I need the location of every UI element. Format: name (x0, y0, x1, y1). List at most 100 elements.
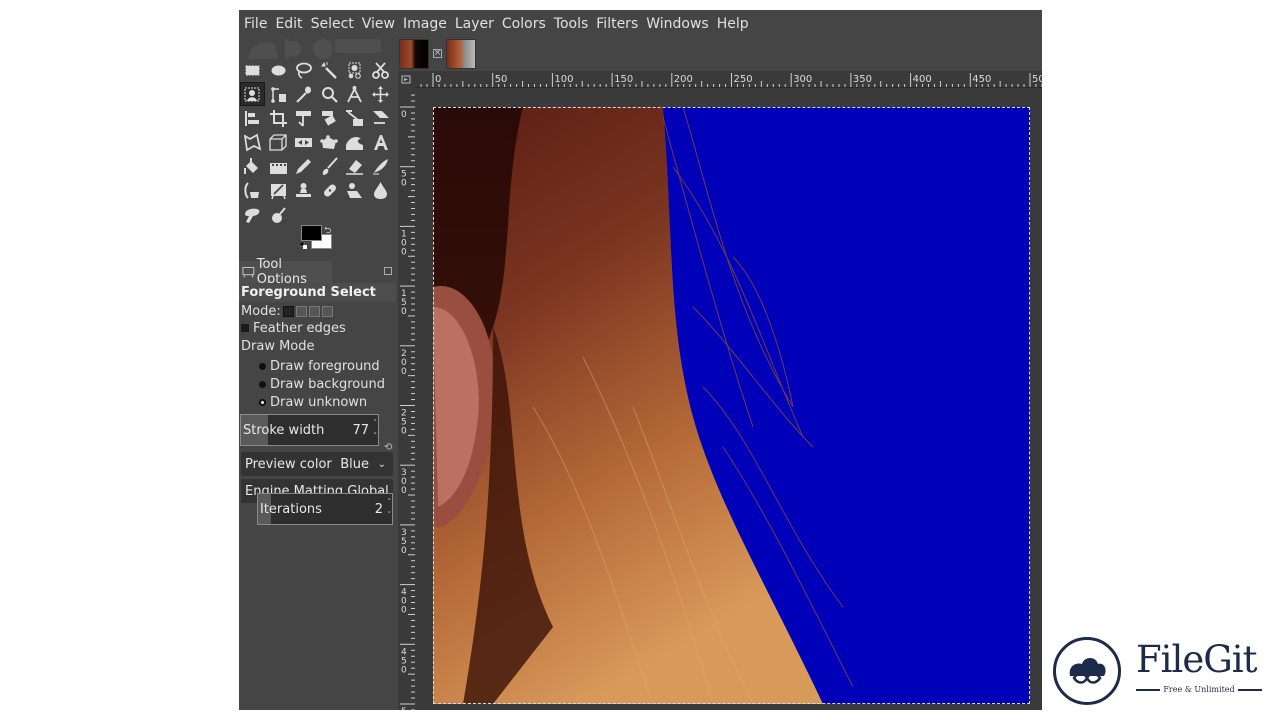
tool-cage-transform[interactable] (317, 131, 342, 155)
reset-colors-icon[interactable] (300, 242, 307, 249)
tool-color-picker[interactable] (291, 82, 316, 106)
tool-clone[interactable] (291, 179, 316, 203)
iterations-value[interactable]: 2 (375, 502, 383, 517)
tool-shear[interactable] (368, 106, 393, 130)
ruler-label: 350 (853, 74, 872, 85)
tool-rect-select[interactable] (240, 58, 265, 82)
quick-mask-toggle[interactable] (398, 71, 415, 88)
tool-unified-transform[interactable] (291, 106, 316, 130)
stroke-width-value[interactable]: 77 (352, 423, 369, 438)
clone-stamp-icon (296, 183, 312, 198)
tool-crop[interactable] (266, 106, 291, 130)
tool-smudge[interactable] (240, 203, 265, 227)
tool-blur-sharpen[interactable] (368, 179, 393, 203)
iterations-arrows-icon[interactable]: ˄ ˅ (388, 496, 392, 522)
ruler-label: 400 (913, 74, 932, 85)
paths-icon (270, 86, 286, 103)
tool-warp-transform[interactable] (240, 131, 265, 155)
tool-perspective-clone[interactable] (342, 179, 367, 203)
tool-handle-transform[interactable] (342, 131, 367, 155)
tool-options-tab[interactable]: Tool Options (239, 257, 396, 287)
menu-help[interactable]: Help (716, 16, 750, 32)
scale-icon (346, 109, 364, 126)
iterations-spinner[interactable]: Iterations 2 ˄ ˅ (257, 493, 393, 525)
canvas-area[interactable] (415, 88, 1042, 710)
ruler-label: 50 (1032, 74, 1042, 85)
image-tab[interactable] (399, 38, 429, 69)
draw-foreground-radio[interactable] (259, 362, 266, 370)
stroke-width-arrows-icon[interactable]: ˄ ˅ (374, 417, 378, 443)
image-tabs: × (396, 37, 476, 70)
tool-ellipse-select[interactable] (266, 58, 291, 82)
ruler-label: 0 (401, 110, 407, 120)
draw-background-label: Draw background (270, 376, 385, 392)
tool-mypaint-brush[interactable] (266, 179, 291, 203)
tool-measure[interactable] (342, 82, 367, 106)
stroke-width-label: Stroke width (243, 422, 325, 438)
mode-add-button[interactable] (295, 305, 307, 317)
tool-eraser[interactable] (342, 155, 367, 179)
preview-color-combo[interactable]: Preview color Blue ⌄ (241, 452, 393, 476)
draw-foreground-option[interactable]: Draw foreground (259, 357, 380, 375)
menu-view[interactable]: View (361, 16, 396, 32)
tool-align[interactable] (240, 106, 265, 130)
tool-gradient[interactable] (266, 155, 291, 179)
tool-paths[interactable] (266, 82, 291, 106)
tool-ink[interactable] (368, 155, 393, 179)
tool-foreground-select[interactable] (240, 82, 265, 107)
ruler-label: 50 (495, 74, 508, 85)
ruler-label: 100 (554, 74, 573, 85)
tool-rotate[interactable] (317, 106, 342, 130)
eraser-icon (346, 160, 364, 175)
tool-airbrush[interactable] (240, 179, 265, 203)
swap-colors-icon[interactable]: ⮌ (324, 223, 331, 239)
tool-select-by-color[interactable] (342, 58, 367, 82)
draw-unknown-radio[interactable] (259, 398, 266, 406)
feather-edges-checkbox[interactable] (241, 324, 249, 332)
magnifier-icon (321, 86, 338, 103)
tool-dodge-burn[interactable] (266, 203, 291, 227)
tool-free-select[interactable] (291, 58, 316, 82)
wave-icon (346, 137, 364, 151)
tool-zoom[interactable] (317, 82, 342, 106)
foreground-color-swatch[interactable] (301, 225, 322, 241)
mode-intersect-button[interactable] (321, 305, 333, 317)
draw-background-radio[interactable] (259, 380, 266, 388)
mode-replace-button[interactable] (282, 305, 294, 317)
ruler-label: 150 (614, 74, 633, 85)
feather-edges-option[interactable]: Feather edges (241, 319, 346, 337)
tool-perspective[interactable] (266, 131, 291, 155)
image-tab[interactable] (446, 38, 476, 69)
menu-windows[interactable]: Windows (645, 16, 710, 32)
menu-image[interactable]: Image (402, 16, 448, 32)
vertical-ruler[interactable]: 0501001502002503003504004505 (398, 88, 415, 710)
tool-move[interactable] (368, 82, 393, 106)
dock-menu-icon[interactable] (384, 267, 392, 275)
mode-subtract-button[interactable] (308, 305, 320, 317)
close-tab-icon[interactable]: × (433, 49, 442, 58)
tool-pencil[interactable] (291, 155, 316, 179)
tool-text[interactable] (368, 131, 393, 155)
draw-background-option[interactable]: Draw background (259, 375, 385, 393)
menu-edit[interactable]: Edit (274, 16, 303, 32)
tool-flip[interactable] (291, 131, 316, 155)
horizontal-ruler[interactable]: 0 50 100 150 200 250 300 350 400 450 50 (415, 71, 1042, 88)
draw-unknown-option[interactable]: Draw unknown (259, 393, 367, 411)
iterations-label: Iterations (260, 501, 322, 517)
hair-photo (433, 107, 1030, 704)
stroke-width-spinner[interactable]: Stroke width 77 ˄ ˅ (240, 414, 379, 446)
menu-layer[interactable]: Layer (454, 16, 495, 32)
menu-colors[interactable]: Colors (501, 16, 547, 32)
tool-scale[interactable] (342, 106, 367, 130)
image-canvas[interactable] (433, 107, 1030, 704)
tool-scissors-select[interactable] (368, 58, 393, 82)
tool-fuzzy-select[interactable] (317, 58, 342, 82)
menu-select[interactable]: Select (310, 16, 355, 32)
menu-file[interactable]: File (243, 16, 268, 32)
menu-filters[interactable]: Filters (595, 16, 639, 32)
tool-heal[interactable] (317, 179, 342, 203)
fg-bg-colors: ⮌ (300, 225, 336, 251)
tool-paintbrush[interactable] (317, 155, 342, 179)
tool-bucket-fill[interactable] (240, 155, 265, 179)
menu-tools[interactable]: Tools (553, 16, 590, 32)
